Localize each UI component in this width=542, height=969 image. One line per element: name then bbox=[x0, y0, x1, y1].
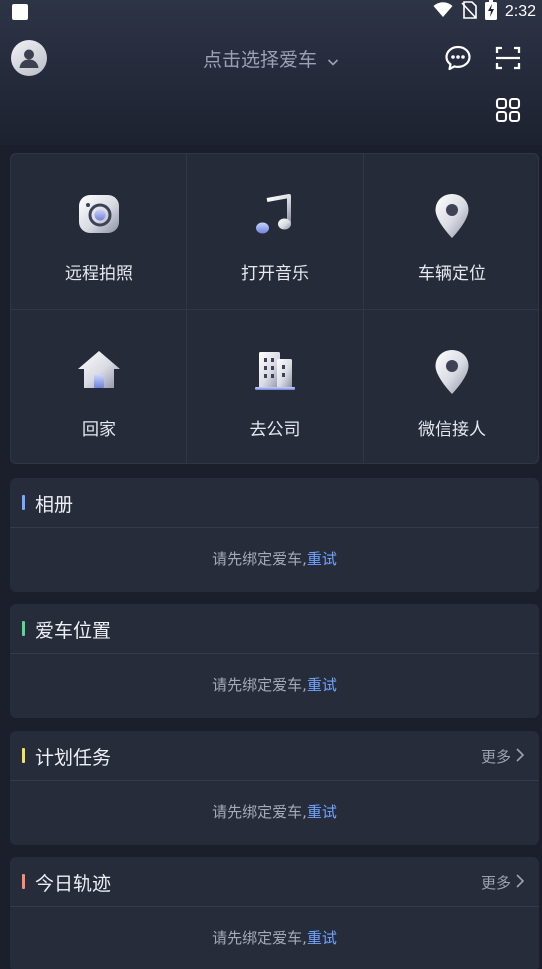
chevron-right-icon[interactable] bbox=[515, 873, 525, 893]
bind-car-prompt: 请先绑定爱车, bbox=[212, 803, 307, 821]
card-header: 今日轨迹 更多 bbox=[10, 857, 539, 907]
retry-link[interactable]: 重试 bbox=[307, 550, 337, 568]
retry-link[interactable]: 重试 bbox=[307, 676, 337, 694]
scan-icon[interactable] bbox=[493, 43, 523, 73]
function-go-home[interactable]: 回家 bbox=[11, 310, 187, 463]
function-label: 微信接人 bbox=[418, 420, 486, 440]
no-sim-icon bbox=[461, 1, 477, 23]
card-title: 爱车位置 bbox=[35, 620, 112, 642]
accent-bar bbox=[22, 874, 25, 889]
location-pin-icon bbox=[435, 350, 469, 394]
card-header: 计划任务 更多 bbox=[10, 731, 539, 781]
status-time: 2:32 bbox=[504, 3, 536, 20]
wifi-icon bbox=[433, 2, 453, 22]
function-label: 车辆定位 bbox=[418, 264, 486, 284]
accent-bar bbox=[22, 621, 25, 636]
grid-menu-icon[interactable] bbox=[493, 95, 523, 125]
location-pin-icon bbox=[435, 194, 469, 238]
empty-message: 请先绑定爱车,重试 bbox=[10, 674, 539, 695]
function-remote-photo[interactable]: 远程拍照 bbox=[11, 154, 187, 309]
function-grid: 远程拍照 打开音乐 车辆定位 回家 去公司 微信接人 bbox=[10, 153, 539, 464]
card-title: 今日轨迹 bbox=[35, 873, 112, 895]
planned-tasks-card: 计划任务 更多 请先绑定爱车,重试 bbox=[10, 731, 539, 845]
car-location-card: 爱车位置 请先绑定爱车,重试 bbox=[10, 604, 539, 718]
function-label: 打开音乐 bbox=[241, 264, 309, 284]
function-open-music[interactable]: 打开音乐 bbox=[187, 154, 363, 309]
empty-message: 请先绑定爱车,重试 bbox=[10, 801, 539, 822]
empty-message: 请先绑定爱车,重试 bbox=[10, 927, 539, 948]
card-title: 相册 bbox=[35, 494, 74, 516]
card-header: 爱车位置 bbox=[10, 604, 539, 654]
album-card: 相册 请先绑定爱车,重试 bbox=[10, 478, 539, 592]
message-icon[interactable] bbox=[443, 43, 473, 73]
chevron-right-icon[interactable] bbox=[515, 747, 525, 767]
music-note-icon bbox=[256, 194, 291, 234]
empty-message: 请先绑定爱车,重试 bbox=[10, 548, 539, 569]
function-label: 远程拍照 bbox=[65, 264, 133, 284]
more-link[interactable]: 更多 bbox=[481, 746, 511, 767]
notification-icon bbox=[12, 4, 28, 20]
office-building-icon bbox=[255, 352, 295, 390]
home-icon bbox=[78, 351, 120, 388]
retry-link[interactable]: 重试 bbox=[307, 803, 337, 821]
bind-car-prompt: 请先绑定爱车, bbox=[212, 929, 307, 947]
more-link[interactable]: 更多 bbox=[481, 872, 511, 893]
card-title: 计划任务 bbox=[35, 747, 112, 769]
function-label: 去公司 bbox=[249, 420, 301, 440]
camera-icon bbox=[79, 195, 119, 233]
chevron-down-icon bbox=[327, 50, 339, 72]
function-wechat-pickup[interactable]: 微信接人 bbox=[364, 310, 538, 463]
battery-charging-icon bbox=[484, 0, 497, 24]
retry-link[interactable]: 重试 bbox=[307, 929, 337, 947]
bind-car-prompt: 请先绑定爱车, bbox=[212, 550, 307, 568]
status-bar: 2:32 bbox=[0, 0, 542, 26]
accent-bar bbox=[22, 495, 25, 510]
function-vehicle-location[interactable]: 车辆定位 bbox=[364, 154, 538, 309]
bind-car-prompt: 请先绑定爱车, bbox=[212, 676, 307, 694]
function-label: 回家 bbox=[82, 420, 116, 440]
function-go-office[interactable]: 去公司 bbox=[187, 310, 363, 463]
car-select-label: 点击选择爱车 bbox=[202, 49, 317, 71]
today-track-card: 今日轨迹 更多 请先绑定爱车,重试 bbox=[10, 857, 539, 969]
accent-bar bbox=[22, 748, 25, 763]
card-header: 相册 bbox=[10, 478, 539, 528]
